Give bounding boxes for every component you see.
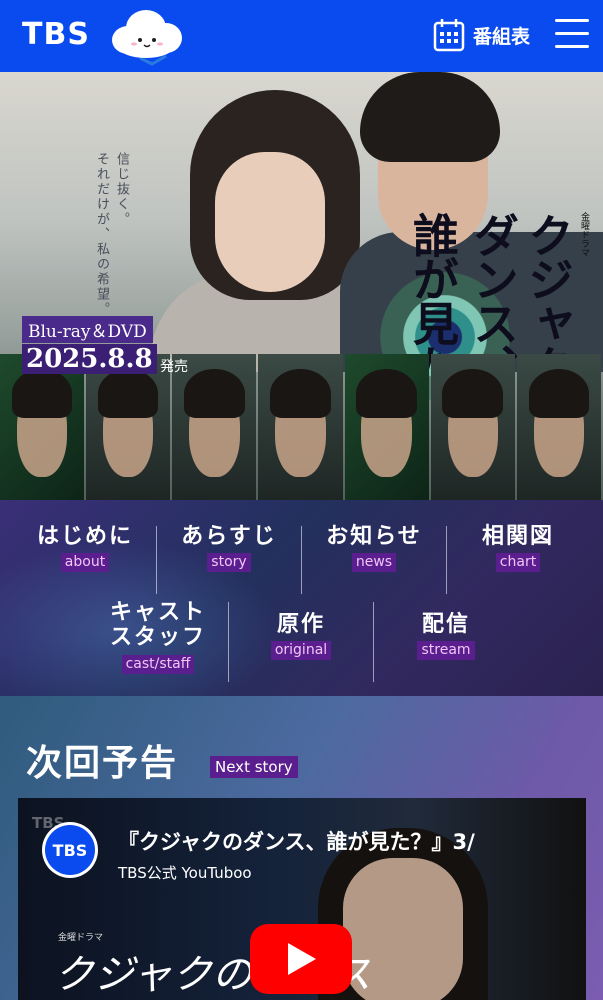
nav-item-label: キャスト スタッフ [109,599,206,651]
heroine-face [215,152,325,292]
cast-photo [86,354,171,500]
release-suffix: 発売 [160,359,188,375]
hamburger-menu-icon[interactable] [555,19,589,49]
calendar-icon [433,19,465,52]
nav-item-en-label: stream [417,641,475,661]
video-title[interactable]: 『クジャクのダンス、誰が見た？』3/ [118,826,586,856]
nav-divider [228,602,229,682]
youtube-play-button[interactable] [250,924,352,994]
hero-key-visual[interactable]: 信じ抜く。 それだけが、私の希望。 金曜ドラマ クジャクの ダンス、 誰が見た？… [0,72,603,500]
nav-item-en-label: cast/staff [121,654,195,674]
nav-item-original[interactable]: 原作 original [236,611,366,661]
nav-item-cast-staff[interactable]: キャスト スタッフ cast/staff [96,599,220,674]
nav-item-about[interactable]: はじめに about [22,523,148,573]
nav-item-en-label: story [207,553,251,573]
nav-item-chart[interactable]: 相関図 chart [454,523,582,573]
nav-item-en-label: news [351,553,397,573]
nav-item-label: あらすじ [181,523,277,549]
nav-item-stream[interactable]: 配信 stream [381,611,511,661]
nav-item-news[interactable]: お知らせ news [309,523,439,573]
nav-item-en-label: chart [495,553,541,573]
section-navigation: はじめに about あらすじ story お知らせ news 相関図 char… [0,500,603,696]
cast-photo [516,354,601,500]
channel-avatar[interactable]: TBS [42,822,98,878]
mascot-cloud-icon[interactable] [108,6,186,66]
drama-slot-label: 金曜ドラマ [579,212,589,257]
nav-divider [301,526,302,594]
tagline-line-2: それだけが、私の希望。 [94,152,109,317]
nav-divider [446,526,447,594]
nav-item-en-label: about [60,553,110,573]
lead-man-hair [360,72,500,162]
tbs-logo[interactable]: TBS [22,17,90,52]
cast-photo [0,354,85,500]
program-schedule-label: 番組表 [473,25,531,48]
next-story-en-label: Next story [210,756,298,778]
nav-item-label: お知らせ [326,523,422,549]
channel-avatar-logo: TBS [45,825,95,875]
nav-item-en-label: original [270,641,332,661]
youtube-video-player[interactable]: TBS TBS 『クジャクのダンス、誰が見た？』3/ TBS公式 YouTubo… [18,798,586,1000]
nav-item-story[interactable]: あらすじ story [164,523,294,573]
program-schedule-button[interactable]: 番組表 [433,15,530,55]
nav-divider [156,526,157,594]
nav-divider [373,602,374,682]
video-channel-name[interactable]: TBS公式 YouTuboo [118,862,252,883]
cast-photo [258,354,343,500]
nav-item-label: 相関図 [481,523,554,549]
play-icon [288,943,316,975]
bluray-dvd-label: Blu-ray＆DVD [22,316,153,343]
nav-item-label: 配信 [421,611,470,637]
cast-photo-strip [0,354,603,500]
cast-photo [344,354,429,500]
nav-item-label: 原作 [276,611,325,637]
tagline-line-1: 信じ抜く。 [114,152,129,227]
release-date: 2025.8.8 [22,344,157,374]
site-header: TBS 番組表 [0,0,603,72]
nav-item-label: はじめに [36,523,133,549]
next-story-title: 次回予告 [26,742,179,784]
cast-photo [430,354,515,500]
